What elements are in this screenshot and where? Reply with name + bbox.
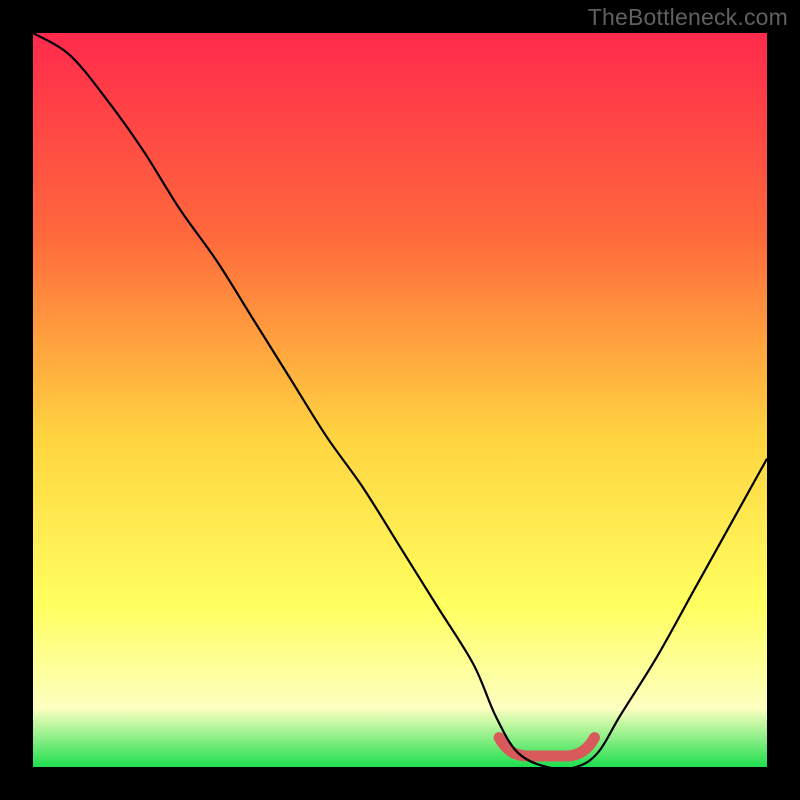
bottleneck-chart <box>33 33 767 767</box>
chart-svg <box>33 33 767 767</box>
watermark-text: TheBottleneck.com <box>588 4 788 31</box>
